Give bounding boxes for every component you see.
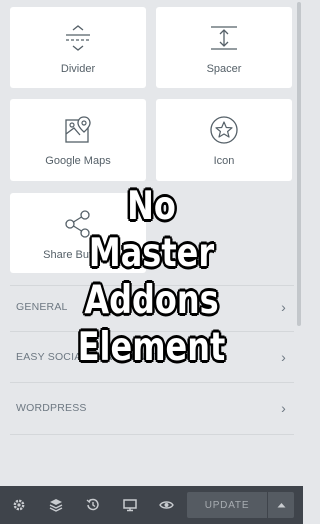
gear-icon[interactable]: [0, 486, 37, 524]
chevron-right-icon: ›: [281, 349, 286, 365]
category-divider: [10, 285, 294, 286]
layers-icon[interactable]: [37, 486, 74, 524]
caret-up-icon: [277, 503, 285, 508]
widget-spacer[interactable]: Spacer: [156, 7, 292, 88]
update-options-button[interactable]: [268, 492, 294, 518]
update-button[interactable]: UPDATE: [187, 492, 267, 518]
widget-share-buttons[interactable]: Share Buttons: [10, 193, 146, 273]
category-divider: [10, 331, 294, 332]
category-label: EASY SOCIAL SHARE BUTTONS: [16, 351, 182, 363]
widget-label: Google Maps: [45, 155, 111, 167]
spacer-icon: [156, 21, 292, 55]
panel-scrollbar[interactable]: [297, 2, 301, 326]
widget-label: Divider: [60, 63, 96, 75]
widget-label: Spacer: [206, 63, 242, 75]
category-label: GENERAL: [16, 301, 68, 313]
eye-icon[interactable]: [148, 486, 185, 524]
star-icon: [156, 113, 292, 147]
widget-divider[interactable]: Divider: [10, 7, 146, 88]
desktop-icon[interactable]: [111, 486, 148, 524]
category-wordpress[interactable]: WORDPRESS ›: [10, 391, 294, 425]
share-icon: [10, 207, 146, 241]
category-general[interactable]: GENERAL ›: [10, 290, 294, 324]
category-divider: [10, 434, 294, 435]
widget-label: Icon: [213, 155, 235, 167]
category-divider: [10, 382, 294, 383]
chevron-right-icon: ›: [281, 400, 286, 416]
widget-google-maps[interactable]: Google Maps: [10, 99, 146, 181]
widget-label: Share Buttons: [43, 249, 113, 261]
widget-icon[interactable]: Icon: [156, 99, 292, 181]
category-label: WORDPRESS: [16, 402, 87, 414]
chevron-right-icon: ›: [281, 299, 286, 315]
category-easy-social-share-buttons[interactable]: EASY SOCIAL SHARE BUTTONS ›: [10, 340, 294, 374]
divider-icon: [10, 21, 146, 55]
map-icon: [10, 113, 146, 147]
footer-toolbar: UPDATE: [0, 486, 303, 524]
history-icon[interactable]: [74, 486, 111, 524]
